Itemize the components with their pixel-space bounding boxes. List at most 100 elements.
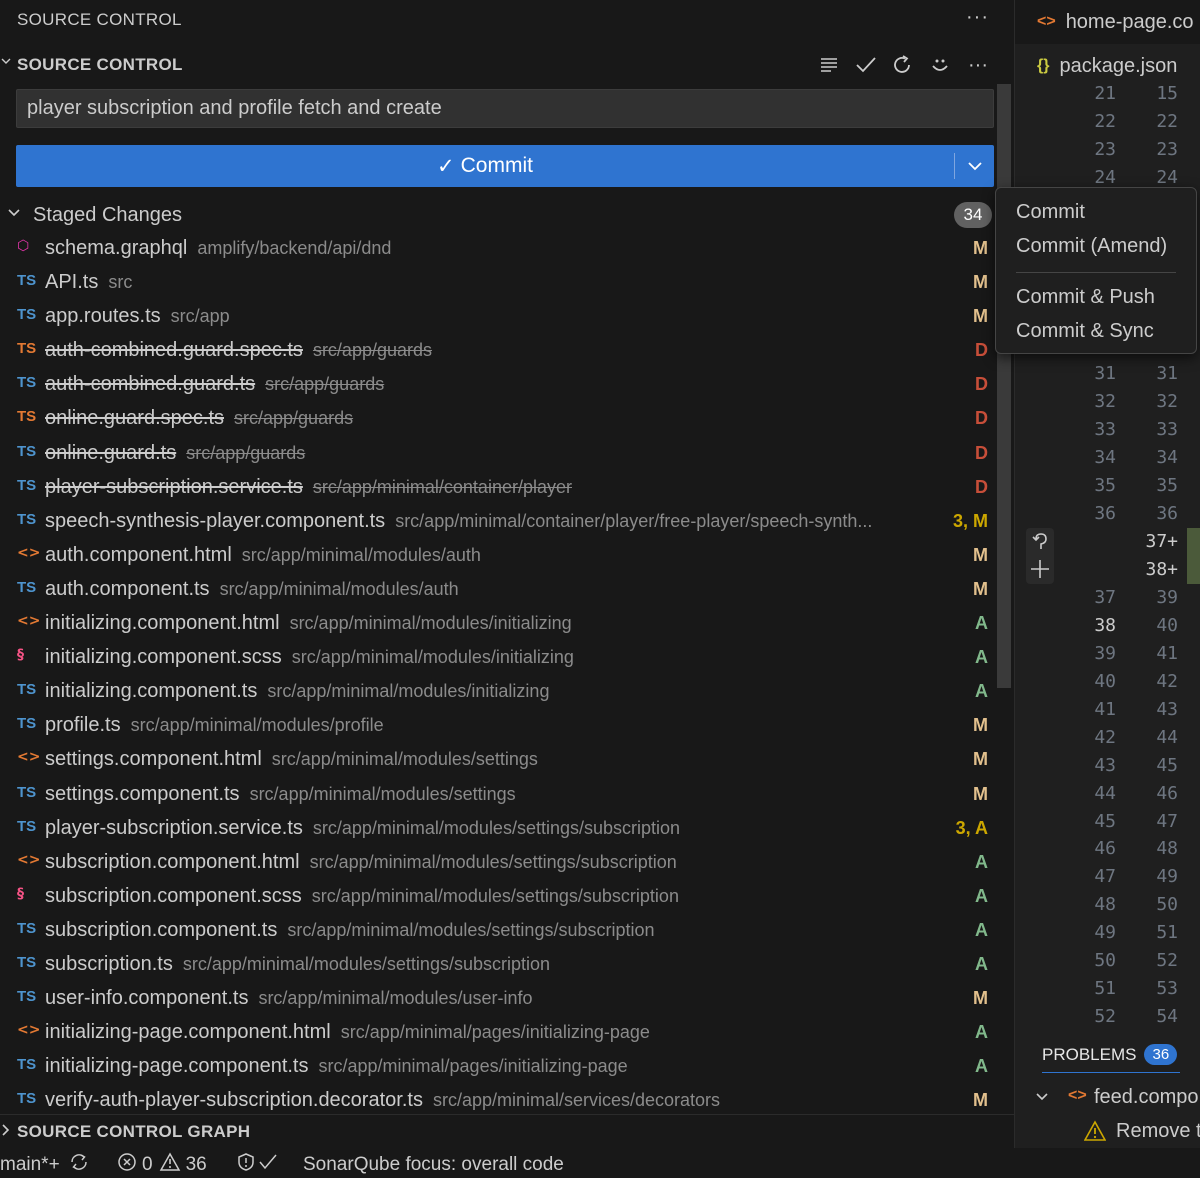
list-item[interactable]: <> settings.component.html src/app/minimal…: [0, 742, 1000, 776]
html-file-icon: <>: [17, 613, 41, 630]
file-name: profile.ts: [45, 714, 121, 737]
file-entry: profile.ts src/app/minimal/modules/profil…: [45, 714, 384, 737]
menu-item-commit-sync[interactable]: Commit & Sync: [1016, 320, 1154, 343]
problems-status[interactable]: 0 36: [117, 1152, 207, 1178]
check-icon: ✓: [437, 154, 455, 178]
more-actions-icon[interactable]: ···: [966, 6, 989, 29]
list-item[interactable]: <> initializing.component.html src/app/min…: [0, 606, 1000, 640]
tab-home-page[interactable]: <> home-page.co: [1015, 0, 1200, 44]
list-item[interactable]: TS initializing.component.ts src/app/minim…: [0, 674, 1000, 708]
commit-dropdown-button[interactable]: [955, 145, 994, 187]
typescript-file-icon: TS: [17, 953, 37, 971]
modified-line-number: 36: [1156, 502, 1178, 524]
list-item[interactable]: TS auth.component.ts src/app/minimal/modul…: [0, 572, 1000, 606]
list-item[interactable]: TS API.ts src M: [0, 265, 1000, 299]
menu-item-commit-amend[interactable]: Commit (Amend): [1016, 235, 1167, 258]
list-item[interactable]: TS verify-auth-player-subscription.decora…: [0, 1083, 1000, 1113]
source-control-section-header[interactable]: SOURCE CONTROL ···: [0, 50, 1010, 80]
commit-message-input[interactable]: player subscription and profile fetch an…: [16, 89, 994, 128]
panel-title: SOURCE CONTROL: [17, 10, 182, 29]
list-item[interactable]: TS speech-synthesis-player.component.ts sr…: [0, 504, 1000, 538]
commit-button-label[interactable]: ✓ Commit: [16, 145, 954, 187]
original-line-number: 24: [1094, 167, 1116, 188]
branch-status[interactable]: main*+: [0, 1152, 90, 1178]
original-line-number: 48: [1094, 894, 1116, 916]
file-name: player-subscription.service.ts: [45, 816, 303, 839]
file-entry: subscription.component.html src/app/minim…: [45, 851, 677, 874]
list-item[interactable]: <> auth.component.html src/app/minimal/mod…: [0, 538, 1000, 572]
original-line-number: 21: [1094, 83, 1116, 104]
list-item[interactable]: TS app.routes.ts src/app M: [0, 299, 1000, 333]
original-line-number: 43: [1094, 754, 1116, 776]
list-item[interactable]: <> subscription.component.html src/app/min…: [0, 845, 1000, 879]
gutter-line: 33 33: [1014, 417, 1200, 445]
modified-line-number: 35: [1156, 474, 1178, 496]
file-path: src/app/minimal/modules/profile: [130, 715, 384, 736]
menu-item-commit[interactable]: Commit: [1016, 201, 1085, 224]
list-item[interactable]: TS user-info.component.ts src/app/minimal/…: [0, 981, 1000, 1015]
list-item[interactable]: TS auth-combined.guard.spec.ts src/app/gua…: [0, 333, 1000, 367]
file-status: D: [975, 442, 988, 463]
file-name: verify-auth-player-subscription.decorato…: [45, 1089, 423, 1112]
list-item[interactable]: § subscription.component.scss src/app/mini…: [0, 879, 1000, 913]
list-item[interactable]: TS auth-combined.guard.ts src/app/guards D: [0, 367, 1000, 401]
original-line-number: 45: [1094, 810, 1116, 832]
source-control-panel: SOURCE CONTROL ··· SOURCE CONTROL ··· pl…: [0, 0, 1014, 1148]
typescript-file-icon: TS: [17, 817, 37, 835]
list-item[interactable]: <> initializing-page.component.html src/ap…: [0, 1015, 1000, 1049]
list-item[interactable]: TS subscription.ts src/app/minimal/modules…: [0, 947, 1000, 981]
problem-file-row[interactable]: <> feed.compo: [1014, 1086, 1200, 1118]
gql-file-icon: ⬡: [17, 238, 30, 254]
commit-check-icon[interactable]: [852, 50, 880, 80]
added-lines-marker: [1187, 528, 1200, 584]
modified-line-number: 46: [1156, 782, 1178, 804]
original-line-number: 36: [1094, 502, 1116, 524]
commit-button[interactable]: ✓ Commit: [16, 145, 994, 187]
file-name: online.guard.ts: [45, 441, 177, 464]
more-icon[interactable]: ···: [964, 50, 992, 80]
list-item[interactable]: § initializing.component.scss src/app/mini…: [0, 640, 1000, 674]
file-name: initializing.component.ts: [45, 680, 258, 703]
source-control-graph-header[interactable]: SOURCE CONTROL GRAPH: [0, 1114, 1014, 1148]
view-as-list-icon[interactable]: [815, 50, 843, 80]
revert-icon[interactable]: [1028, 530, 1052, 554]
file-name: auth-combined.guard.ts: [45, 373, 256, 396]
list-item[interactable]: TS online.guard.ts src/app/guards D: [0, 436, 1000, 470]
list-item[interactable]: TS initializing-page.component.ts src/app/…: [0, 1049, 1000, 1083]
stage-plus-icon[interactable]: [1028, 557, 1052, 581]
menu-item-commit-push[interactable]: Commit & Push: [1016, 286, 1155, 309]
typescript-file-icon: TS: [17, 340, 37, 358]
file-name: subscription.component.scss: [45, 884, 302, 907]
refresh-icon[interactable]: [889, 50, 917, 80]
file-name: API.ts: [45, 271, 99, 294]
modified-line-number: 52: [1156, 950, 1178, 972]
gutter-line: 38 40: [1014, 613, 1200, 641]
list-item[interactable]: TS online.guard.spec.ts src/app/guards D: [0, 401, 1000, 435]
sonarqube-status[interactable]: SonarQube focus: overall code: [236, 1152, 564, 1178]
list-item[interactable]: TS profile.ts src/app/minimal/modules/prof…: [0, 708, 1000, 742]
file-status: A: [975, 681, 988, 702]
file-path: src/app/minimal/modules/user-info: [258, 988, 533, 1009]
error-count: 0: [142, 1154, 153, 1175]
typescript-file-icon: TS: [17, 510, 37, 528]
gutter-line: 50 52: [1014, 948, 1200, 976]
list-item[interactable]: TS player-subscription.service.ts src/app/…: [0, 470, 1000, 504]
gutter-line: 35 35: [1014, 473, 1200, 501]
original-line-number: 39: [1094, 642, 1116, 664]
list-item[interactable]: ⬡ schema.graphql amplify/backend/api/dnd M: [0, 231, 1000, 265]
shield-check-icon: [236, 1152, 278, 1178]
copilot-icon[interactable]: [926, 50, 954, 80]
list-item[interactable]: TS subscription.component.ts src/app/minim…: [0, 913, 1000, 947]
list-item[interactable]: TS player-subscription.service.ts src/app/…: [0, 811, 1000, 845]
problems-label: PROBLEMS: [1042, 1044, 1137, 1064]
file-path: src/app/minimal/modules/settings/subscri…: [287, 919, 655, 940]
list-item[interactable]: TS settings.component.ts src/app/minimal/m…: [0, 777, 1000, 811]
staged-changes-header[interactable]: Staged Changes 34: [0, 199, 1000, 231]
file-path: src/app/minimal/modules/initializing: [267, 681, 550, 702]
file-status: A: [975, 851, 988, 872]
file-entry: auth-combined.guard.spec.ts src/app/guard…: [45, 339, 432, 362]
gutter-line: 48 50: [1014, 892, 1200, 920]
tab-problems[interactable]: PROBLEMS 36: [1042, 1044, 1178, 1065]
file-entry: auth-combined.guard.ts src/app/guards: [45, 373, 384, 396]
scrollbar-thumb[interactable]: [997, 84, 1011, 688]
